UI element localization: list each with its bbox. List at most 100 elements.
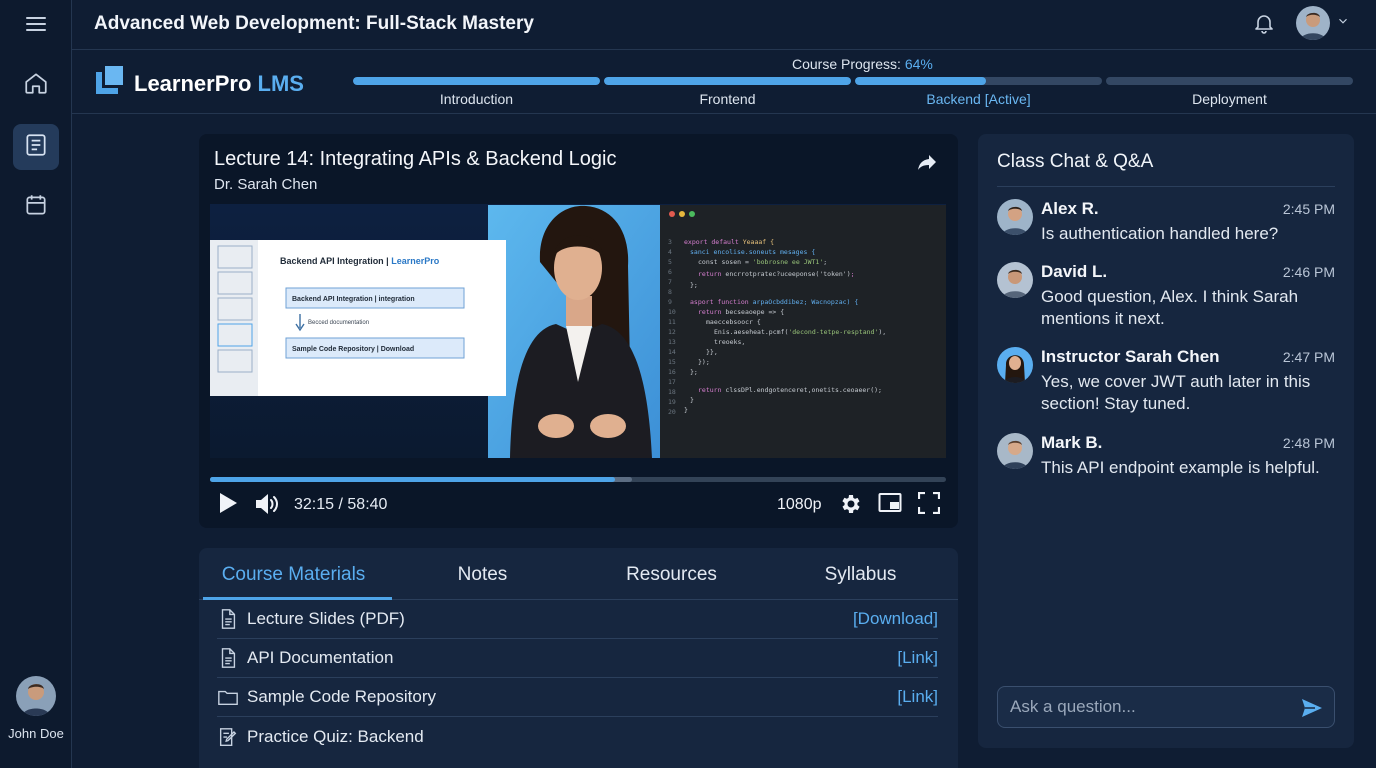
list-item[interactable]: Lecture Slides (PDF) [Download] [217,600,938,639]
download-link[interactable]: [Download] [853,609,938,629]
svg-text:5: 5 [668,258,672,266]
progress-segment-backend[interactable]: Backend [Active] [855,77,1102,107]
svg-text:14: 14 [668,348,676,356]
svg-text:};: }; [690,281,698,289]
svg-text:Backend API Integration | inte: Backend API Integration | integration [292,296,415,303]
list-item[interactable]: Practice Quiz: Backend [217,717,938,756]
seek-played [210,477,615,482]
tab-syllabus[interactable]: Syllabus [766,548,955,599]
segment-label: Introduction [439,91,514,107]
sidebar-user[interactable]: John Doe [0,676,72,741]
avatar [1296,6,1330,40]
quality-selector[interactable]: 1080p [777,496,822,514]
tab-notes[interactable]: Notes [388,548,577,599]
list-item[interactable]: API Documentation [Link] [217,639,938,678]
sidebar-item-home[interactable] [13,62,59,108]
svg-text:Backend API Integration | Lear: Backend API Integration | LearnerPro [280,256,440,266]
class-chat-panel: Class Chat & Q&A Alex R. 2:45 PM Is auth… [978,134,1354,748]
chat-title: Class Chat & Q&A [997,151,1154,172]
fullscreen-icon[interactable] [918,492,940,514]
home-icon [23,70,49,101]
materials-tabs: Course Materials Notes Resources Syllabu… [199,548,958,600]
course-subheader: LearnerPro LMS Course Progress: 64% Intr… [72,50,1376,114]
tab-resources[interactable]: Resources [577,548,766,599]
segment-label: Deployment [1192,91,1267,107]
chevron-down-icon [1336,14,1350,33]
avatar [997,347,1033,383]
message-text: Good question, Alex. I think Sarah menti… [1041,287,1299,328]
notification-bell-icon[interactable] [1252,11,1276,35]
avatar [997,262,1033,298]
svg-text:return becseaoepe => {: return becseaoepe => { [698,308,784,316]
hamburger-menu-icon[interactable] [24,12,48,36]
svg-text:}: } [690,396,694,404]
course-progress-label: Course Progress: 64% [792,56,933,72]
sidebar-item-calendar[interactable] [13,184,59,230]
material-name: Sample Code Repository [247,687,436,706]
svg-text:}: } [684,406,688,414]
segment-label: Frontend [699,91,756,107]
svg-text:19: 19 [668,398,676,406]
svg-text:6: 6 [668,268,672,276]
video-player[interactable]: Lecture 14: Integrating APIs & Backend L… [199,134,958,528]
share-icon[interactable] [915,150,939,174]
course-progress-percent: 64% [904,56,933,72]
material-name: API Documentation [247,648,394,667]
picture-in-picture-icon[interactable] [878,492,902,514]
message-author: Mark B. [1041,433,1103,452]
svg-text:18: 18 [668,388,676,396]
svg-text:8: 8 [668,288,672,296]
send-icon[interactable] [1300,696,1324,720]
left-sidebar: John Doe [0,0,72,768]
play-icon[interactable] [218,492,238,514]
video-seek-bar[interactable] [210,477,946,482]
book-icon [23,132,49,163]
svg-text:4: 4 [668,248,672,256]
brand-name: LearnerPro LMS [134,70,304,96]
svg-text:3: 3 [668,238,672,246]
sidebar-item-courses[interactable] [13,124,59,170]
settings-gear-icon[interactable] [839,492,863,516]
avatar [997,199,1033,235]
message-author: Alex R. [1041,199,1099,218]
avatar [16,676,56,716]
open-link[interactable]: [Link] [897,687,938,707]
brand-logo[interactable]: LearnerPro LMS [96,66,304,101]
svg-text:Becced documentation: Becced documentation [308,320,369,326]
material-name: Lecture Slides (PDF) [247,609,405,628]
list-item[interactable]: Sample Code Repository [Link] [217,678,938,717]
video-frame[interactable]: 3 4 5 6 7 8 9 10 11 12 13 14 15 16 17 18 19 20 export… [210,204,946,458]
tab-course-materials[interactable]: Course Materials [199,548,392,600]
message-time: 2:48 PM [1282,435,1335,451]
message-text: This API endpoint example is helpful. [1041,458,1320,477]
top-header: Advanced Web Development: Full-Stack Mas… [72,0,1376,50]
ask-question-input[interactable] [1010,687,1290,727]
volume-icon[interactable] [254,492,280,516]
segment-fill [855,77,986,85]
svg-text:20: 20 [668,408,676,416]
progress-segment-deployment[interactable]: Deployment [1106,77,1353,107]
course-materials-panel: Course Materials Notes Resources Syllabu… [199,548,958,768]
message-author: Instructor Sarah Chen [1041,347,1220,366]
course-progress-segments: Introduction Frontend Backend [Active] D… [353,77,1353,107]
user-name: John Doe [8,726,64,741]
account-menu[interactable] [1296,6,1350,40]
svg-text:11: 11 [668,318,676,326]
message-time: 2:46 PM [1282,264,1335,280]
svg-text:};: }; [690,368,698,376]
svg-text:Sample Code Repository | Downl: Sample Code Repository | Download [292,346,414,353]
progress-segment-introduction[interactable]: Introduction [353,77,600,107]
document-icon [217,647,239,669]
open-link[interactable]: [Link] [897,648,938,668]
svg-text:return encrrotpratec?uceeponse: return encrrotpratec?uceeponse('token'); [698,270,855,278]
svg-text:treoeks,: treoeks, [714,338,745,346]
video-controls: 32:15 / 58:40 1080p [199,490,958,520]
message-time: 2:47 PM [1282,349,1335,365]
svg-text:return clssDPl.endgotenceret,o: return clssDPl.endgotenceret,onetits.ceo… [698,386,882,394]
svg-text:17: 17 [668,378,676,386]
svg-text:maeccebsoocr {: maeccebsoocr { [706,318,761,326]
message-author: David L. [1041,262,1108,281]
progress-segment-frontend[interactable]: Frontend [604,77,851,107]
avatar [997,433,1033,469]
svg-text:15: 15 [668,358,676,366]
